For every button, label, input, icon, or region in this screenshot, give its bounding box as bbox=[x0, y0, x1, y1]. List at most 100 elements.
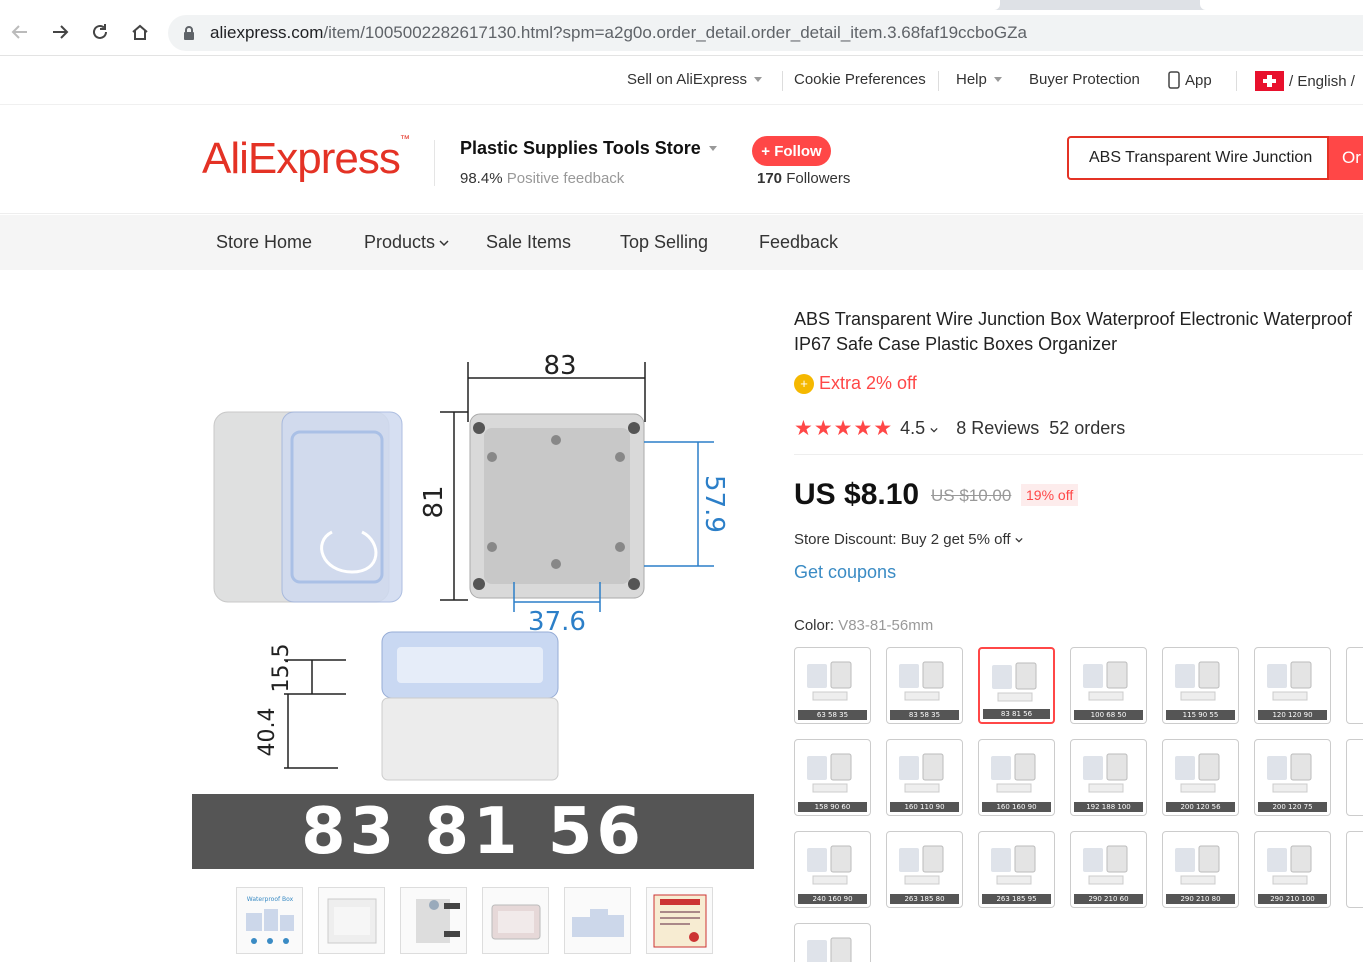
follow-button[interactable]: + Follow bbox=[752, 136, 831, 166]
home-icon[interactable] bbox=[128, 20, 152, 44]
extra-discount: + Extra 2% off bbox=[794, 373, 917, 394]
swatch-image bbox=[1175, 845, 1220, 885]
chevron-down-icon bbox=[930, 427, 938, 432]
search-button[interactable]: Or bbox=[1329, 136, 1363, 180]
rating-row: ★ ★ ★ ★ ★ 4.5 8 Reviews 52 orders bbox=[794, 416, 1125, 440]
store-name[interactable]: Plastic Supplies Tools Store bbox=[460, 138, 717, 159]
original-price: US $10.00 bbox=[931, 486, 1012, 505]
chevron-down-icon bbox=[439, 239, 449, 246]
color-swatch[interactable]: 100 68 50 bbox=[1070, 647, 1147, 724]
thumbnail[interactable] bbox=[564, 887, 631, 954]
search-input[interactable]: ABS Transparent Wire Junction bbox=[1067, 136, 1329, 180]
browser-toolbar: aliexpress.com/item/1005002282617130.htm… bbox=[0, 10, 1363, 56]
swatch-image bbox=[992, 662, 1037, 702]
forward-icon[interactable] bbox=[48, 20, 72, 44]
thumbnail[interactable]: Waterproof Box bbox=[236, 887, 303, 954]
caret-down-icon bbox=[993, 77, 1002, 82]
color-swatch[interactable]: 200 120 75 bbox=[1254, 739, 1331, 816]
nav-top-selling[interactable]: Top Selling bbox=[620, 232, 708, 253]
swatch-label: 290 210 60 bbox=[1074, 894, 1143, 904]
color-swatches: 63 58 35 83 58 35 83 81 56 100 68 50 115 90 … bbox=[794, 647, 1363, 962]
color-swatch[interactable]: 63 58 35 bbox=[794, 647, 871, 724]
swatch-image bbox=[991, 845, 1036, 885]
color-swatch[interactable]: 160 110 90 bbox=[886, 739, 963, 816]
app-link[interactable]: App bbox=[1168, 71, 1212, 89]
help-link[interactable]: Help bbox=[956, 71, 1002, 88]
get-coupons-link[interactable]: Get coupons bbox=[794, 562, 896, 583]
swatch-label: 200 120 75 bbox=[1258, 802, 1327, 812]
language-selector[interactable]: / English / bbox=[1255, 71, 1355, 91]
thumbnail[interactable] bbox=[646, 887, 713, 954]
store-header: AliExpress™ Plastic Supplies Tools Store… bbox=[0, 106, 1363, 214]
color-swatch[interactable]: 290 210 100 bbox=[1254, 831, 1331, 908]
swatch-image bbox=[1267, 845, 1312, 885]
star-icon: ★ bbox=[873, 416, 893, 440]
rating-score[interactable]: 4.5 bbox=[900, 418, 938, 439]
thumbnail[interactable] bbox=[318, 887, 385, 954]
swatch-label: 263 185 95 bbox=[982, 894, 1051, 904]
swiss-flag-icon bbox=[1255, 71, 1284, 91]
swatch-image bbox=[807, 661, 852, 701]
product-main-image[interactable]: 83 81 57.9 37.6 15.5 40.4 bbox=[192, 302, 754, 870]
color-swatch[interactable]: 120 120 90 bbox=[1254, 647, 1331, 724]
color-swatch[interactable] bbox=[1346, 739, 1363, 816]
reviews-link[interactable]: 8 Reviews bbox=[956, 418, 1039, 439]
divider bbox=[1236, 71, 1237, 91]
star-icon: ★ bbox=[853, 416, 873, 440]
box-perspective-image bbox=[213, 411, 403, 603]
swatch-image bbox=[1083, 753, 1128, 793]
reload-icon[interactable] bbox=[88, 20, 112, 44]
dim-lid: 15.5 bbox=[269, 644, 294, 693]
active-tab[interactable] bbox=[0, 0, 1000, 10]
color-swatch[interactable]: 192 188 100 bbox=[1070, 739, 1147, 816]
nav-products[interactable]: Products bbox=[364, 232, 449, 253]
swatch-label: 263 185 80 bbox=[890, 894, 959, 904]
thumbnail[interactable] bbox=[400, 887, 467, 954]
color-swatch[interactable]: 160 160 90 bbox=[978, 739, 1055, 816]
color-swatch[interactable] bbox=[794, 923, 871, 962]
thumbnail-strip: Waterproof Box bbox=[236, 887, 713, 954]
followers-count: 170 Followers bbox=[757, 170, 851, 187]
swatch-image bbox=[1267, 661, 1312, 701]
swatch-image bbox=[991, 753, 1036, 793]
color-swatch[interactable]: 115 90 55 bbox=[1162, 647, 1239, 724]
color-swatch[interactable]: 290 210 60 bbox=[1070, 831, 1147, 908]
nav-sale-items[interactable]: Sale Items bbox=[486, 232, 571, 253]
color-swatch[interactable]: 263 185 80 bbox=[886, 831, 963, 908]
product-title: ABS Transparent Wire Junction Box Waterp… bbox=[794, 309, 1352, 354]
swatch-label: 290 210 100 bbox=[1258, 894, 1327, 904]
buyer-protection-link[interactable]: Buyer Protection bbox=[1029, 71, 1140, 88]
color-swatch[interactable]: 158 90 60 bbox=[794, 739, 871, 816]
cookie-preferences-link[interactable]: Cookie Preferences bbox=[794, 71, 926, 88]
star-icon: ★ bbox=[833, 416, 853, 440]
color-swatch[interactable]: 290 210 80 bbox=[1162, 831, 1239, 908]
color-swatch[interactable]: 200 120 56 bbox=[1162, 739, 1239, 816]
aliexpress-logo[interactable]: AliExpress™ bbox=[202, 134, 410, 184]
color-swatch[interactable]: 240 160 90 bbox=[794, 831, 871, 908]
current-price: US $8.10 bbox=[794, 478, 920, 511]
box-front-view bbox=[469, 413, 645, 599]
swatch-image bbox=[1267, 753, 1312, 793]
divider bbox=[782, 71, 783, 91]
sell-on-aliexpress-link[interactable]: Sell on AliExpress bbox=[627, 71, 763, 88]
nav-feedback[interactable]: Feedback bbox=[759, 232, 838, 253]
color-swatch[interactable] bbox=[1346, 647, 1363, 724]
caret-down-icon bbox=[708, 146, 717, 151]
color-swatch[interactable]: 83 58 35 bbox=[886, 647, 963, 724]
store-discount[interactable]: Store Discount: Buy 2 get 5% off bbox=[794, 531, 1023, 548]
coin-icon: + bbox=[794, 373, 814, 394]
color-swatch[interactable]: 83 81 56 bbox=[978, 647, 1055, 724]
star-icon: ★ bbox=[794, 416, 813, 440]
swatch-image bbox=[1083, 845, 1128, 885]
color-swatch[interactable] bbox=[1346, 831, 1363, 908]
address-bar[interactable]: aliexpress.com/item/1005002282617130.htm… bbox=[168, 15, 1363, 51]
color-swatch[interactable]: 263 185 95 bbox=[978, 831, 1055, 908]
chevron-down-icon bbox=[1014, 537, 1023, 542]
thumbnail[interactable] bbox=[482, 887, 549, 954]
swatch-label: 120 120 90 bbox=[1258, 710, 1327, 720]
back-icon[interactable] bbox=[8, 20, 32, 44]
discount-badge: 19% off bbox=[1021, 484, 1079, 506]
swatch-image bbox=[807, 845, 852, 885]
nav-store-home[interactable]: Store Home bbox=[216, 232, 312, 253]
browser-tab[interactable] bbox=[1200, 0, 1363, 10]
